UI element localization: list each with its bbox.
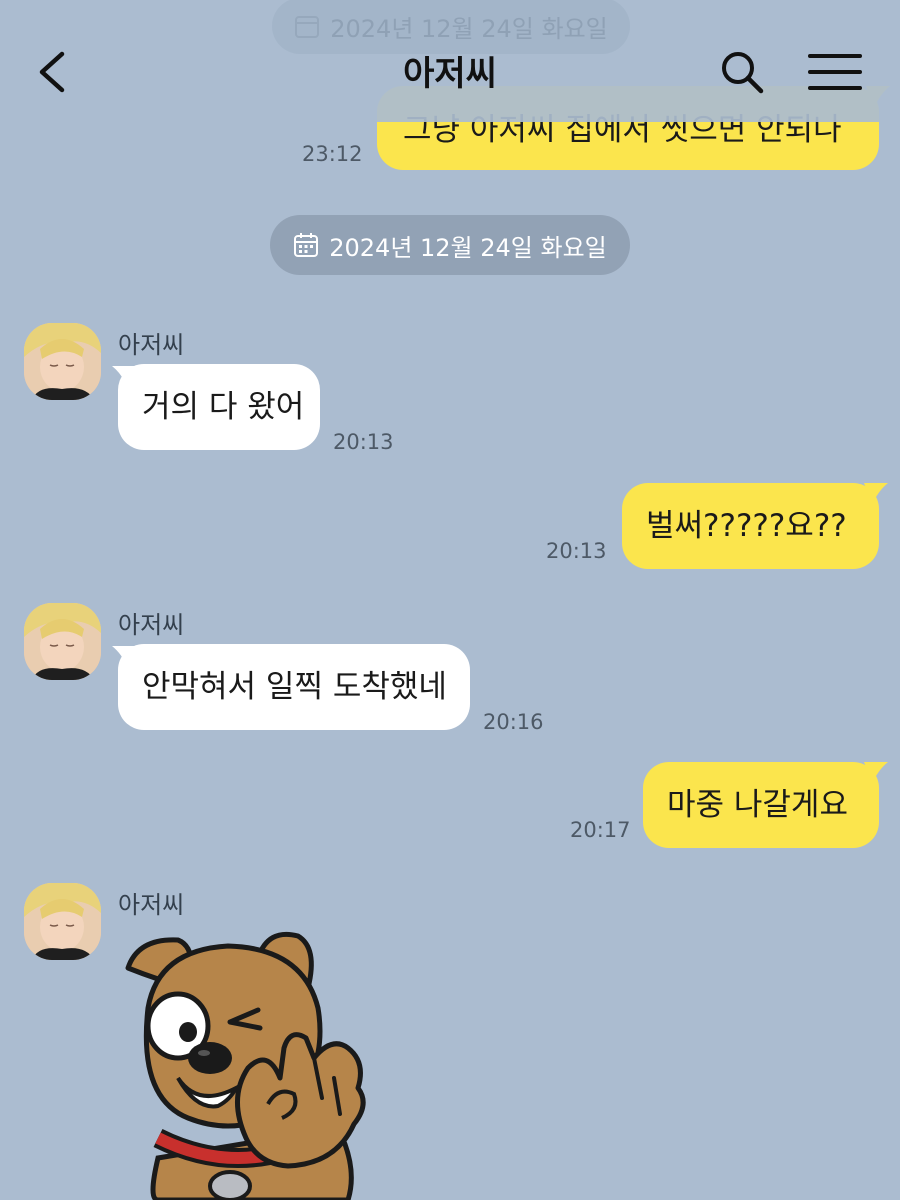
search-button[interactable] (718, 48, 766, 96)
message-time: 20:13 (546, 539, 607, 563)
message-text: 마중 나갈게요 (667, 786, 848, 823)
chat-header: 2024년 12월 24일 화요일 아저씨 (0, 0, 900, 122)
message-time: 20:17 (570, 818, 631, 842)
profile-photo (24, 883, 101, 960)
floating-date-text: 2024년 12월 24일 화요일 (330, 14, 608, 43)
sender-name: 아저씨 (118, 331, 185, 359)
calendar-icon (295, 16, 320, 38)
search-icon (722, 52, 764, 94)
sender-name: 아저씨 (118, 891, 185, 919)
message-bubble-other[interactable]: 거의 다 왔어 (118, 364, 320, 450)
profile-photo (24, 323, 101, 400)
calendar-icon (294, 233, 319, 257)
message-bubble-other[interactable]: 안막혀서 일찍 도착했네 (118, 644, 470, 730)
menu-button[interactable] (806, 50, 864, 94)
hamburger-menu-icon (808, 54, 862, 90)
message-text: 벌써?????요?? (646, 507, 847, 544)
message-time: 23:12 (302, 142, 363, 166)
avatar[interactable] (24, 603, 101, 680)
avatar[interactable] (24, 323, 101, 400)
profile-photo (24, 603, 101, 680)
bubble-tail (864, 762, 888, 784)
bubble-tail (864, 483, 888, 505)
message-time: 20:13 (333, 430, 394, 454)
dog-sticker[interactable] (118, 928, 388, 1200)
date-divider: 2024년 12월 24일 화요일 (270, 215, 630, 275)
message-bubble-mine[interactable]: 벌써?????요?? (622, 483, 879, 569)
message-text: 거의 다 왔어 (142, 388, 305, 425)
message-text: 안막혀서 일찍 도착했네 (142, 668, 447, 705)
avatar[interactable] (24, 883, 101, 960)
message-bubble-mine[interactable]: 마중 나갈게요 (643, 762, 879, 848)
sender-name: 아저씨 (118, 611, 185, 639)
message-time: 20:16 (483, 710, 544, 734)
date-divider-text: 2024년 12월 24일 화요일 (329, 233, 607, 262)
